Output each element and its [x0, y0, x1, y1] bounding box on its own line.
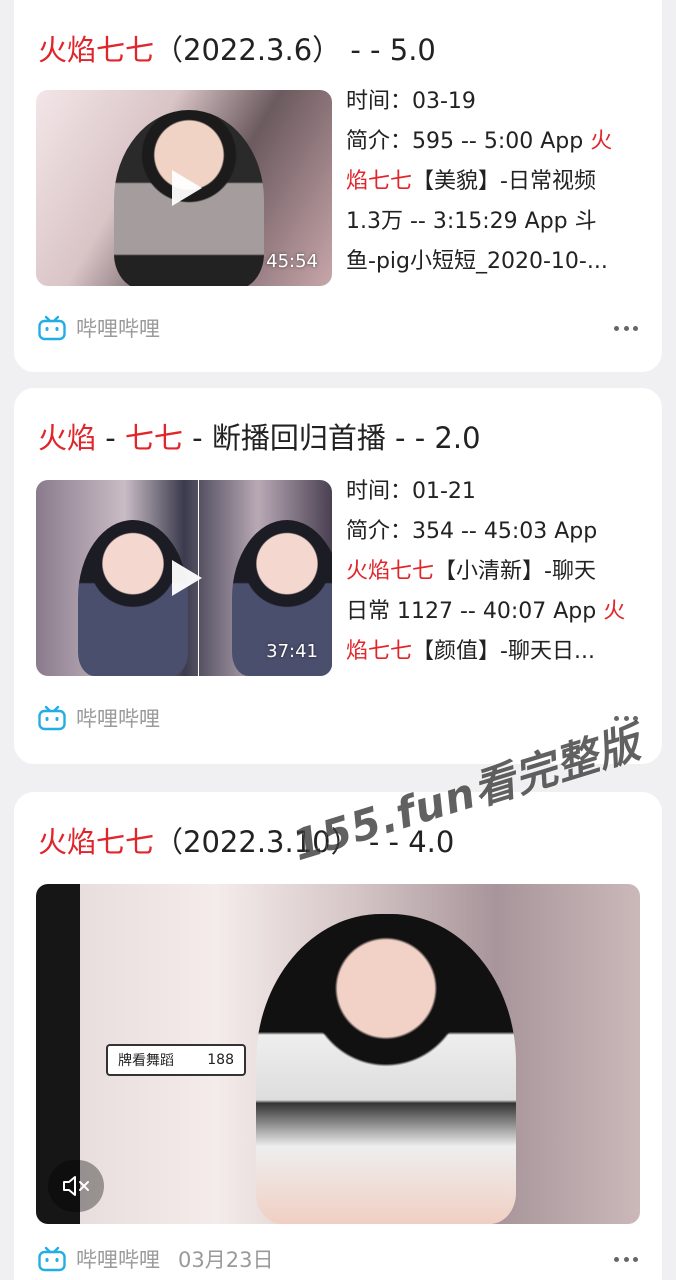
video-duration: 37:41 [266, 641, 318, 662]
source-name: 哔哩哔哩 [76, 707, 160, 731]
source-row: 哔哩哔哩 [38, 703, 160, 733]
intro-line: 焰七七【美貌】-日常视频 [346, 169, 596, 194]
video-card-2[interactable]: 火焰 - 七七 - 断播回归首播 - - 2.0 37:41 时间：01-21 … [14, 388, 662, 764]
title-highlight: 火焰七七 [38, 825, 155, 859]
video-frame-image [256, 914, 516, 1224]
video-thumbnail[interactable]: 45:54 [36, 90, 332, 286]
video-meta: 时间：03-19 简介：595 -- 5:00 App 火 焰七七【美貌】-日常… [346, 82, 642, 282]
title-rest: （2022.3.6） - - 5.0 [154, 33, 436, 67]
video-thumbnail[interactable]: 37:41 [36, 480, 332, 676]
video-card-1[interactable]: 火焰七七（2022.3.6） - - 5.0 45:54 时间：03-19 简介… [14, 0, 662, 372]
source-row: 哔哩哔哩 [38, 313, 160, 343]
title-highlight: 火焰七七 [38, 33, 155, 67]
title-highlight: 七七 [124, 421, 183, 455]
more-icon[interactable] [614, 324, 638, 332]
card-title[interactable]: 火焰七七（2022.3.6） - - 5.0 [38, 30, 436, 70]
video-duration: 45:54 [266, 251, 318, 272]
intro-line: 日常 1127 -- 40:07 App 火 [346, 599, 626, 624]
video-player[interactable]: 牌看舞蹈 188 [36, 884, 640, 1224]
intro-line: 鱼-pig小短短_2020-10-... [346, 249, 608, 274]
intro-line: 简介：354 -- 45:03 App [346, 519, 598, 544]
play-icon[interactable] [162, 556, 206, 600]
mute-icon [63, 1176, 89, 1196]
play-icon[interactable] [162, 166, 206, 210]
bilibili-icon [38, 705, 66, 731]
bilibili-icon [38, 1246, 66, 1272]
video-meta: 时间：01-21 简介：354 -- 45:03 App 火焰七七【小清新】-聊… [346, 472, 642, 672]
bilibili-icon [38, 315, 66, 341]
title-highlight: 火焰 [38, 421, 97, 455]
source-name: 哔哩哔哩 [76, 1248, 160, 1272]
video-card-3[interactable]: 火焰七七（2022.3.10） - - 4.0 牌看舞蹈 188 哔哩哔哩 03… [14, 792, 662, 1280]
card-title[interactable]: 火焰 - 七七 - 断播回归首播 - - 2.0 [38, 418, 481, 458]
source-row: 哔哩哔哩 03月23日 [38, 1244, 273, 1274]
intro-line: 焰七七【颜值】-聊天日... [346, 639, 595, 664]
publish-time: 时间：03-19 [346, 89, 476, 114]
title-rest: - 断播回归首播 - - 2.0 [182, 421, 481, 455]
intro-line: 简介：595 -- 5:00 App 火 [346, 129, 613, 154]
intro-line: 1.3万 -- 3:15:29 App 斗 [346, 209, 597, 234]
stream-badge: 牌看舞蹈 188 [106, 1044, 246, 1076]
more-icon[interactable] [614, 1255, 638, 1263]
publish-time: 时间：01-21 [346, 479, 476, 504]
intro-line: 火焰七七【小清新】-聊天 [346, 559, 596, 584]
publish-date: 03月23日 [178, 1248, 274, 1272]
source-name: 哔哩哔哩 [76, 317, 160, 341]
mute-button[interactable] [48, 1160, 104, 1212]
